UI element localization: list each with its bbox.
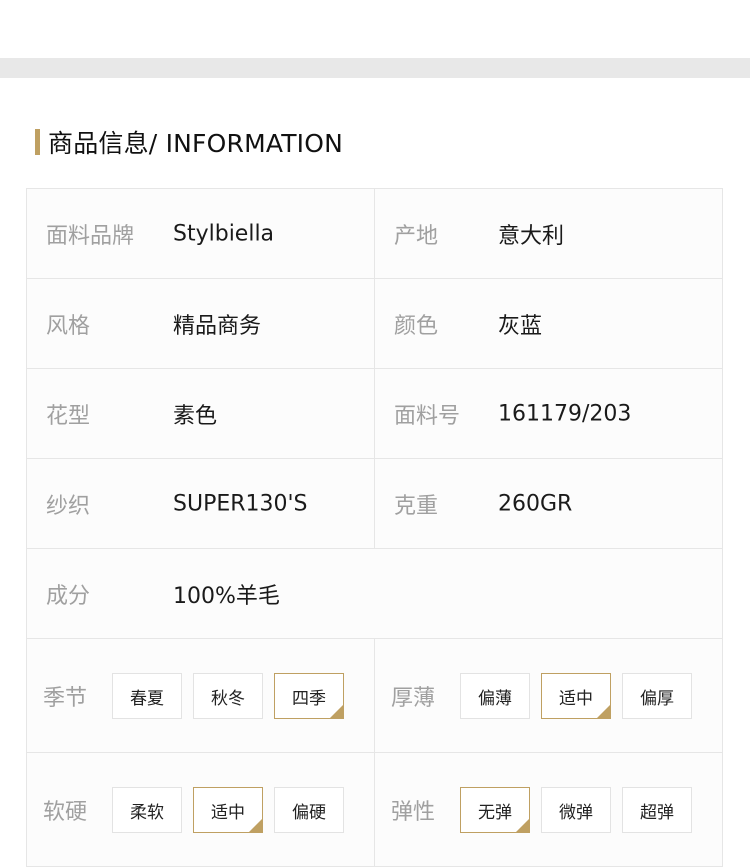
field-label: 成分: [46, 583, 91, 609]
field-label: 纱织: [46, 493, 91, 519]
option-group-thickness: 厚薄 偏薄 适中 偏厚: [375, 639, 722, 752]
field-label: 面料品牌: [46, 223, 135, 249]
option-stiff[interactable]: 偏硬: [274, 787, 344, 833]
option-no-stretch[interactable]: 无弹: [460, 787, 530, 833]
info-row-yarn-weight: 纱织 SUPER130'S 克重 260GR: [27, 459, 722, 549]
field-value: 100%羊毛: [173, 583, 280, 609]
info-cell-weight: 克重 260GR: [375, 459, 722, 548]
option-medium-softness[interactable]: 适中: [193, 787, 263, 833]
title-accent-bar: [35, 129, 40, 155]
info-cell-style: 风格 精品商务: [27, 279, 375, 368]
option-autumn-winter[interactable]: 秋冬: [193, 673, 263, 719]
section-header: 商品信息/ INFORMATION: [35, 124, 343, 160]
field-value: 灰蓝: [498, 313, 543, 339]
option-group-elasticity: 弹性 无弹 微弹 超弹: [375, 753, 722, 866]
info-row-composition: 成分 100%羊毛: [27, 549, 722, 639]
field-value: 260GR: [498, 491, 573, 516]
info-cell-composition: 成分 100%羊毛: [27, 549, 722, 638]
info-cell-origin: 产地 意大利: [375, 189, 722, 278]
option-slight-stretch[interactable]: 微弹: [541, 787, 611, 833]
field-label: 花型: [46, 403, 91, 429]
option-super-stretch[interactable]: 超弹: [622, 787, 692, 833]
field-label: 面料号: [394, 403, 461, 429]
option-thin[interactable]: 偏薄: [460, 673, 530, 719]
option-thick[interactable]: 偏厚: [622, 673, 692, 719]
field-value: 161179/203: [498, 401, 632, 426]
info-cell-yarn-count: 纱织 SUPER130'S: [27, 459, 375, 548]
option-all-season[interactable]: 四季: [274, 673, 344, 719]
field-value: 素色: [173, 403, 218, 429]
option-label: 软硬: [43, 799, 88, 825]
option-group-season: 季节 春夏 秋冬 四季: [27, 639, 375, 752]
option-group-softness: 软硬 柔软 适中 偏硬: [27, 753, 375, 866]
info-row-pattern-fabricno: 花型 素色 面料号 161179/203: [27, 369, 722, 459]
option-row-season-thickness: 季节 春夏 秋冬 四季 厚薄 偏薄 适中 偏厚: [27, 639, 722, 753]
option-row-softness-elasticity: 软硬 柔软 适中 偏硬 弹性 无弹 微弹 超弹: [27, 753, 722, 867]
option-label: 厚薄: [391, 685, 436, 711]
product-info-table: 面料品牌 Stylbiella 产地 意大利 风格 精品商务 颜色 灰蓝 花型 …: [26, 188, 723, 867]
info-cell-color: 颜色 灰蓝: [375, 279, 722, 368]
field-label: 克重: [394, 493, 439, 519]
info-cell-brand: 面料品牌 Stylbiella: [27, 189, 375, 278]
info-row-style-color: 风格 精品商务 颜色 灰蓝: [27, 279, 722, 369]
info-row-brand-origin: 面料品牌 Stylbiella 产地 意大利: [27, 189, 722, 279]
field-label: 产地: [394, 223, 439, 249]
option-label: 弹性: [391, 799, 436, 825]
info-cell-pattern: 花型 素色: [27, 369, 375, 458]
field-label: 颜色: [394, 313, 439, 339]
section-title: 商品信息/ INFORMATION: [48, 129, 344, 158]
option-label: 季节: [43, 685, 88, 711]
option-soft[interactable]: 柔软: [112, 787, 182, 833]
field-value: Stylbiella: [173, 221, 275, 246]
field-value: 意大利: [498, 223, 565, 249]
field-value: 精品商务: [173, 313, 262, 339]
field-label: 风格: [46, 313, 91, 339]
divider-band: [0, 58, 750, 78]
option-spring-summer[interactable]: 春夏: [112, 673, 182, 719]
option-medium-thickness[interactable]: 适中: [541, 673, 611, 719]
info-cell-fabric-number: 面料号 161179/203: [375, 369, 722, 458]
field-value: SUPER130'S: [173, 491, 308, 516]
